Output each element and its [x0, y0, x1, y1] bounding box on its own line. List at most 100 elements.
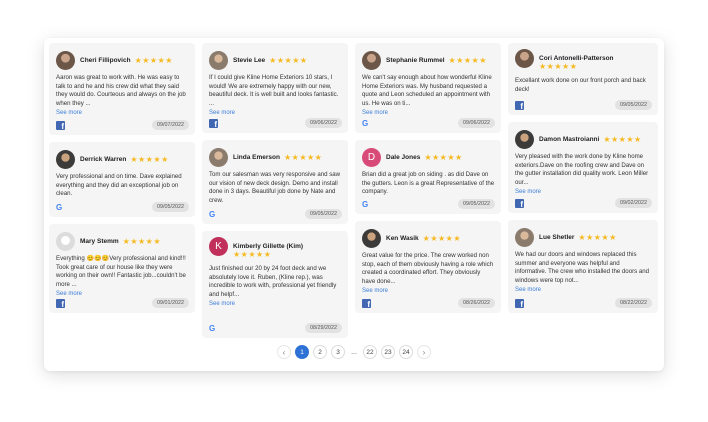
star-rating: ★★★★★	[134, 55, 173, 65]
review-card: Cori Antonelli-Patterson ★★★★★ Excellant…	[508, 43, 658, 115]
facebook-icon	[515, 100, 524, 111]
reviewer-avatar	[209, 147, 228, 167]
review-date: 09/05/2022	[305, 209, 342, 219]
review-text: Just finished our 20 by 24 foot deck and…	[209, 265, 337, 299]
facebook-icon	[209, 118, 218, 129]
google-icon: G	[362, 199, 369, 209]
reviewer-name: Lue Shetler	[539, 233, 575, 241]
reviewer-name: Derrick Warren	[80, 155, 127, 163]
star-rating: ★★★★★	[539, 62, 578, 71]
reviewer-avatar	[515, 49, 534, 68]
next-page-button[interactable]: ›	[417, 345, 431, 359]
see-more-link[interactable]: See more	[362, 110, 495, 116]
star-rating: ★★★★★	[283, 152, 323, 162]
google-icon: G	[209, 323, 216, 333]
reviewer-avatar	[515, 227, 534, 247]
review-card: Stephanie Rummel ★★★★★ We can't say enou…	[355, 43, 501, 133]
review-card: Derrick Warren ★★★★★ Very professional a…	[49, 142, 195, 217]
prev-page-button[interactable]: ‹	[277, 345, 291, 359]
review-date: 09/02/2022	[615, 198, 652, 208]
reviewer-avatar: K	[209, 237, 228, 256]
page-button-22[interactable]: 22	[363, 345, 377, 359]
review-card: Damon Mastroianni ★★★★★ Very pleased wit…	[508, 122, 658, 213]
page-button-1[interactable]: 1	[295, 345, 309, 359]
google-icon: G	[362, 118, 369, 128]
reviewer-avatar	[362, 228, 381, 248]
see-more-link[interactable]: See more	[209, 301, 342, 307]
google-icon: G	[56, 202, 63, 212]
review-text: Brian did a great job on siding . as did…	[362, 171, 495, 196]
page-button-23[interactable]: 23	[381, 345, 395, 359]
facebook-icon	[515, 298, 524, 309]
reviewer-avatar	[56, 50, 75, 70]
page-button-3[interactable]: 3	[331, 345, 345, 359]
pagination-ellipsis: ...	[351, 348, 357, 356]
reviewer-name: Stevie Lee	[233, 56, 266, 64]
review-date: 08/26/2022	[458, 298, 495, 308]
facebook-icon	[56, 120, 65, 131]
star-rating: ★★★★★	[578, 232, 617, 242]
review-date: 09/07/2022	[152, 120, 189, 130]
star-rating: ★★★★★	[130, 154, 169, 164]
pagination: ‹ 1 2 3 ... 22 23 24 ›	[44, 345, 664, 359]
see-more-link[interactable]: See more	[56, 110, 189, 116]
review-card: Cheri Fillipovich ★★★★★ Aaron was great …	[49, 43, 195, 135]
review-date: 09/06/2022	[305, 118, 342, 128]
page-button-2[interactable]: 2	[313, 345, 327, 359]
reviewer-name: Damon Mastroianni	[539, 135, 600, 143]
google-icon: G	[209, 209, 216, 219]
review-card: K Kimberly Gillette (Kim) ★★★★★ Just fin…	[202, 231, 348, 338]
review-date: 08/22/2022	[615, 298, 652, 308]
review-date: 09/01/2022	[152, 298, 189, 308]
reviewer-name: Mary Stemm	[80, 237, 119, 245]
reviewer-avatar	[515, 129, 534, 149]
reviewer-avatar	[362, 50, 381, 70]
review-text: We had our doors and windows replaced th…	[515, 251, 650, 285]
star-rating: ★★★★★	[448, 55, 487, 65]
review-text: Everything 😊😊😊Very professional and kind…	[56, 255, 186, 289]
reviewer-name: Stephanie Rummel	[386, 56, 445, 64]
star-rating: ★★★★★	[233, 250, 272, 259]
facebook-icon	[362, 298, 371, 309]
review-card: Stevie Lee ★★★★★ If I could give Kline H…	[202, 43, 348, 133]
review-text: We can't say enough about how wonderful …	[362, 74, 492, 108]
reviewer-name: Cheri Fillipovich	[80, 56, 131, 64]
review-text: Aaron was great to work with. He was eas…	[56, 74, 186, 108]
reviewer-avatar	[209, 50, 228, 70]
reviewer-name: Ken Wasik	[386, 234, 419, 242]
review-card: Linda Emerson ★★★★★ Tom our salesman was…	[202, 140, 348, 224]
review-text: Tom our salesman was very responsive and…	[209, 171, 341, 205]
reviewer-name: Cori Antonelli-Patterson	[539, 55, 614, 62]
star-rating: ★★★★★	[269, 55, 308, 65]
review-date: 09/05/2022	[152, 202, 189, 212]
see-more-link[interactable]: See more	[56, 291, 189, 297]
star-rating: ★★★★★	[424, 152, 463, 162]
star-rating: ★★★★★	[603, 134, 642, 144]
facebook-icon	[515, 198, 524, 209]
see-more-link[interactable]: See more	[362, 288, 495, 294]
facebook-icon	[56, 298, 65, 309]
reviewer-avatar: D	[362, 147, 381, 167]
review-card: Mary Stemm ★★★★★ Everything 😊😊😊Very prof…	[49, 224, 195, 313]
see-more-link[interactable]: See more	[515, 189, 652, 195]
review-date: 09/05/2022	[615, 100, 652, 110]
review-text: Very pleased with the work done by Kline…	[515, 153, 649, 187]
reviews-widget: Cheri Fillipovich ★★★★★ Aaron was great …	[44, 38, 664, 371]
review-text: If I could give Kline Home Exteriors 10 …	[209, 74, 339, 108]
reviewer-name: Linda Emerson	[233, 153, 280, 161]
page-button-24[interactable]: 24	[399, 345, 413, 359]
star-rating: ★★★★★	[422, 233, 461, 243]
see-more-link[interactable]: See more	[515, 287, 652, 293]
review-date: 09/06/2022	[458, 118, 495, 128]
see-more-link[interactable]: See more	[209, 110, 342, 116]
review-date: 09/05/2022	[458, 199, 495, 209]
star-rating: ★★★★★	[122, 236, 162, 246]
review-text: Excellant work done on our front porch a…	[515, 77, 646, 93]
review-text: Great value for the price. The crew work…	[362, 252, 494, 286]
review-card: Lue Shetler ★★★★★ We had our doors and w…	[508, 220, 658, 313]
reviewer-name: Dale Jones	[386, 153, 421, 161]
reviewer-avatar	[56, 149, 75, 169]
reviewer-name: Kimberly Gillette (Kim)	[233, 243, 304, 250]
review-card: Ken Wasik ★★★★★ Great value for the pric…	[355, 221, 501, 313]
review-card: D Dale Jones ★★★★★ Brian did a great job…	[355, 140, 501, 214]
